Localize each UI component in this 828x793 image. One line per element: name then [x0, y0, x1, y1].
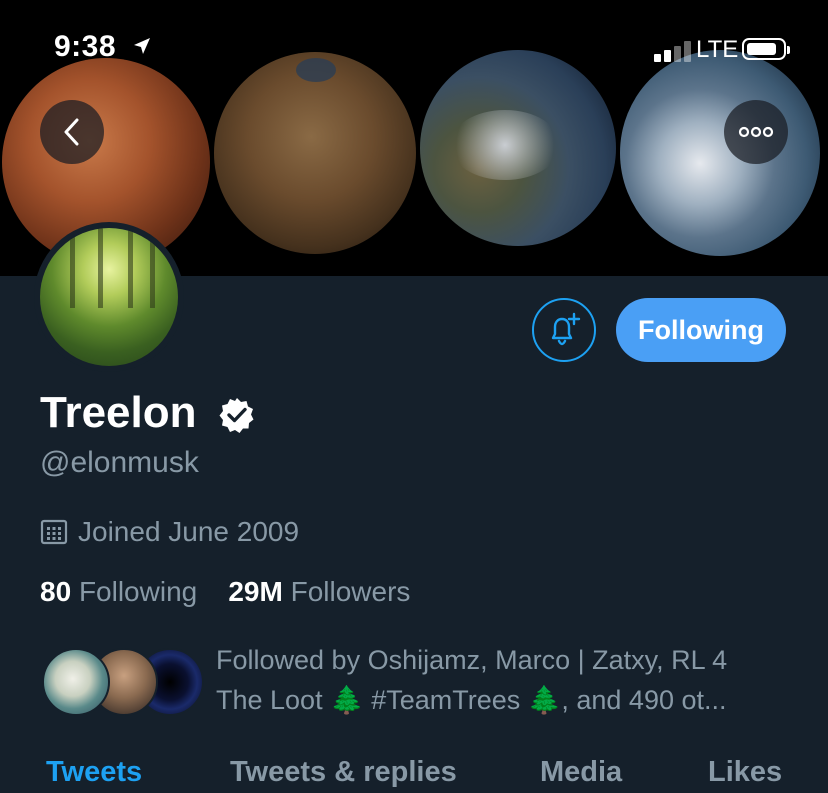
profile-tabs: Tweets Tweets & replies Media Likes	[0, 750, 828, 793]
followers-count-link[interactable]: 29M Followers	[228, 576, 410, 607]
tab-tweets[interactable]: Tweets	[46, 756, 142, 789]
more-dots-icon	[738, 126, 774, 138]
chevron-left-icon	[64, 118, 79, 146]
battery-icon	[742, 38, 790, 60]
avatar-image-forest	[40, 228, 178, 366]
more-options-button[interactable]	[724, 100, 788, 164]
notifications-toggle-button[interactable]	[532, 298, 596, 362]
status-bar: 9:38 LTE	[0, 0, 828, 96]
tab-media[interactable]: Media	[540, 756, 622, 789]
signal-bars-icon	[654, 40, 694, 62]
profile-handle: @elonmusk	[40, 446, 199, 479]
joined-date: Joined June 2009	[40, 516, 299, 548]
following-count: 80	[40, 576, 72, 607]
following-label: Following	[78, 576, 198, 607]
location-arrow-icon	[134, 38, 150, 54]
followed-by-avatars[interactable]	[42, 648, 204, 716]
followed-by-line-1: Followed by Oshijamz, Marco | Zatxy, RL …	[216, 645, 728, 675]
calendar-icon	[40, 519, 68, 545]
profile-name: Treelon	[40, 388, 197, 437]
verified-badge-icon	[219, 398, 254, 433]
network-type: LTE	[696, 36, 739, 63]
tab-likes[interactable]: Likes	[708, 756, 782, 789]
joined-text: Joined June 2009	[78, 516, 300, 547]
back-button[interactable]	[40, 100, 104, 164]
status-time: 9:38	[54, 30, 117, 63]
followers-label: Followers	[290, 576, 411, 607]
bell-plus-icon	[551, 312, 581, 346]
following-count-link[interactable]: 80 Following	[40, 576, 197, 607]
profile-avatar[interactable]	[34, 222, 184, 372]
following-button[interactable]: Following	[616, 298, 786, 362]
followed-by-line-2: The Loot 🌲 #TeamTrees 🌲, and 490 ot...	[216, 685, 727, 715]
followers-count: 29M	[228, 576, 283, 607]
follow-counts: 80 Following 29M Followers	[40, 576, 410, 608]
followed-by-text[interactable]: Followed by Oshijamz, Marco | Zatxy, RL …	[216, 640, 796, 720]
avatar	[42, 648, 110, 716]
tab-tweets-and-replies[interactable]: Tweets & replies	[230, 756, 457, 789]
